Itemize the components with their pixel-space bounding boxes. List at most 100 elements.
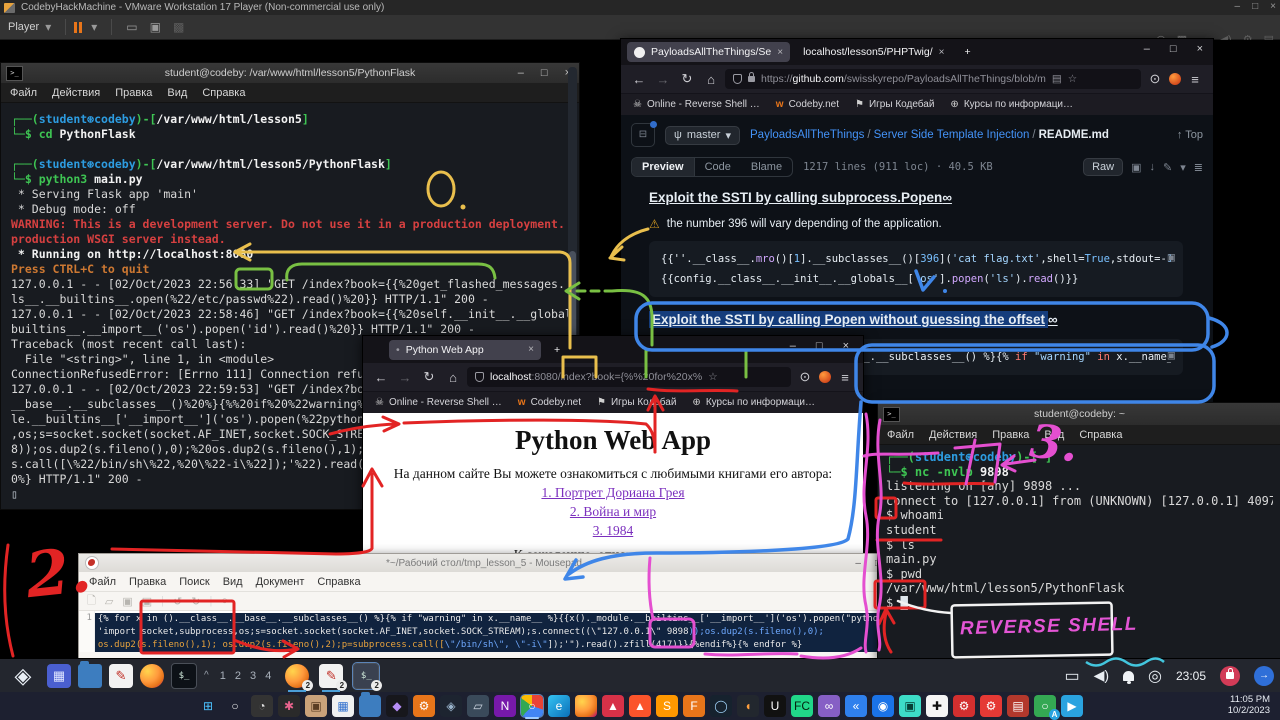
send-ctrl-alt-del-icon[interactable]: ▭ [126, 20, 137, 34]
payload-text[interactable]: {% for x in ().__class__.__base__.__subc… [95, 611, 889, 652]
collapse-icon[interactable]: ^ [204, 670, 209, 681]
bookmark-star-icon[interactable]: ☆ [1068, 73, 1077, 85]
menu-help[interactable]: Справка [202, 87, 245, 99]
bookmark-star-icon[interactable]: ☆ [708, 371, 717, 383]
outline-icon[interactable]: ≣ [1194, 161, 1203, 174]
app-red-triangle[interactable]: ▲ [602, 695, 624, 717]
app-menu-icon[interactable]: ≡ [835, 370, 855, 385]
close-button[interactable]: × [1197, 43, 1203, 55]
menu-file[interactable]: Файл [89, 576, 116, 588]
book-link-3[interactable]: 3. 1984 [363, 523, 863, 539]
new-tab-button[interactable]: + [547, 340, 567, 360]
tracking-shield-icon[interactable] [475, 372, 484, 382]
open-file-icon[interactable]: ▱ [105, 595, 113, 608]
pycharm[interactable]: FC [791, 695, 813, 717]
chrome[interactable]: ○ [521, 695, 543, 717]
tab-close-icon[interactable]: × [777, 47, 783, 58]
app-bat[interactable]: ✚ [926, 695, 948, 717]
file-manager-icon[interactable] [78, 664, 102, 688]
pause-caret-icon[interactable]: ▾ [91, 20, 97, 34]
firefox-launcher-icon[interactable] [140, 664, 164, 688]
mousepad-titlebar[interactable]: *~/Рабочий стол/tmp_lesson_5 - Mousepad … [79, 554, 889, 572]
forward-icon[interactable]: → [653, 72, 673, 87]
start-button[interactable]: ⊞ [197, 695, 219, 717]
tab-payloadsallthethings[interactable]: PayloadsAllTheThings/Se × [627, 42, 790, 62]
menu-actions[interactable]: Действия [929, 429, 977, 441]
tab-localhost-phptwig[interactable]: localhost/lesson5/PHPTwig/ × [796, 42, 951, 62]
window-list-icon[interactable]: ▭ [1064, 666, 1079, 686]
player-menu[interactable]: Player [8, 21, 39, 33]
menu-file[interactable]: Файл [10, 87, 37, 99]
tab-blame[interactable]: Blame [741, 158, 792, 176]
app-portrait[interactable]: ▣ [305, 695, 327, 717]
menu-view[interactable]: Вид [167, 87, 187, 99]
app-f-orange[interactable]: F [683, 695, 705, 717]
fullscreen-icon[interactable]: ▣ [150, 20, 161, 34]
tab-close-icon[interactable]: × [528, 344, 534, 355]
notifications-bell-icon[interactable] [1123, 671, 1134, 681]
app-obsidian[interactable]: ◆ [386, 695, 408, 717]
vmware-minimize-button[interactable]: – [1235, 1, 1241, 12]
breadcrumb-folder[interactable]: Server Side Template Injection [874, 129, 1030, 141]
save-icon[interactable]: ▣ [122, 595, 132, 608]
vmware-maximize-button[interactable]: □ [1252, 1, 1258, 12]
codeby-menu-icon[interactable]: ◈ [6, 664, 40, 688]
workspace-switcher[interactable]: 1 2 3 4 [220, 670, 275, 682]
minimize-button[interactable]: – [518, 67, 524, 79]
toolbox-red[interactable]: ▤ [1007, 695, 1029, 717]
tab-preview[interactable]: Preview [632, 158, 695, 176]
maximize-button[interactable]: □ [541, 67, 548, 79]
sublime-text[interactable]: S [656, 695, 678, 717]
menu-file[interactable]: Файл [887, 429, 914, 441]
menu-actions[interactable]: Действия [52, 87, 100, 99]
bookmark-codeby-net[interactable]: wCodeby.net [518, 397, 581, 408]
ublock-extension-icon[interactable] [1169, 73, 1181, 85]
menu-edit[interactable]: Правка [129, 576, 166, 588]
bookmark-courses[interactable]: ⊕Курсы по информаци… [950, 99, 1073, 110]
download-icon[interactable]: ↓ [1150, 161, 1156, 173]
tab-python-web-app[interactable]: • Python Web App × [389, 340, 541, 360]
tracking-shield-icon[interactable] [733, 74, 742, 84]
search-icon[interactable]: ○ [224, 695, 246, 717]
app-gear-orange[interactable]: ⚙ [413, 695, 435, 717]
bookmark-reverse-shell[interactable]: ☠Online - Reverse Shell … [375, 397, 502, 408]
file-tree-toggle[interactable]: ⊟ [631, 123, 655, 147]
app-menu-icon[interactable]: ≡ [1185, 72, 1205, 87]
terminal-window-button[interactable]: $_2 [353, 663, 379, 689]
minimize-button[interactable]: – [855, 558, 861, 569]
pocket-icon[interactable]: ⊙ [795, 369, 815, 385]
mousepad-launcher-icon[interactable]: ✎ [109, 664, 133, 688]
app-pin-blue[interactable]: ◉ [872, 695, 894, 717]
forward-icon[interactable]: → [395, 370, 415, 385]
url-bar[interactable]: https://github.com/swisskyrepo/PayloadsA… [725, 69, 1141, 89]
breadcrumb-repo[interactable]: PayloadsAllTheThings [750, 129, 864, 141]
close-button[interactable]: × [843, 340, 849, 352]
firefox-window-button[interactable]: 2 [285, 664, 309, 688]
app-brave[interactable]: ▲ [629, 695, 651, 717]
edit-icon[interactable]: ✎ [1163, 161, 1172, 174]
maximize-button[interactable]: □ [1170, 43, 1177, 55]
lock-screen-button[interactable] [1220, 666, 1240, 686]
vm-clock[interactable]: 23:05 [1176, 669, 1206, 683]
app-colors[interactable]: ✱ [278, 695, 300, 717]
heading-link-icon[interactable]: ∞ [1048, 312, 1058, 327]
chrome-profile[interactable]: ○A [1034, 695, 1056, 717]
edge[interactable]: e [548, 695, 570, 717]
book-link-2[interactable]: 2. Война и мир [363, 504, 863, 520]
reload-icon[interactable]: ↻ [677, 71, 697, 87]
windows-clock[interactable]: 11:05 PM 10/2/2023 [1228, 694, 1270, 716]
vmware-close-button[interactable]: × [1270, 1, 1276, 12]
ublock-extension-icon[interactable] [819, 371, 831, 383]
menu-view[interactable]: Вид [223, 576, 243, 588]
app-teal[interactable]: ▣ [899, 695, 921, 717]
bookmark-games[interactable]: ⚑Игры Кодебай [597, 397, 676, 408]
volume-icon[interactable]: ◀) [1094, 667, 1109, 684]
pocket-icon[interactable]: ⊙ [1145, 71, 1165, 87]
tab-code[interactable]: Code [695, 158, 741, 176]
visual-studio[interactable]: ∞ [818, 695, 840, 717]
left-terminal-titlebar[interactable]: >_ student@codeby: /var/www/html/lesson5… [1, 63, 579, 83]
firefox[interactable] [575, 695, 597, 717]
menu-help[interactable]: Справка [1079, 429, 1122, 441]
maximize-button[interactable]: □ [816, 340, 823, 352]
home-icon[interactable]: ⌂ [701, 72, 721, 87]
